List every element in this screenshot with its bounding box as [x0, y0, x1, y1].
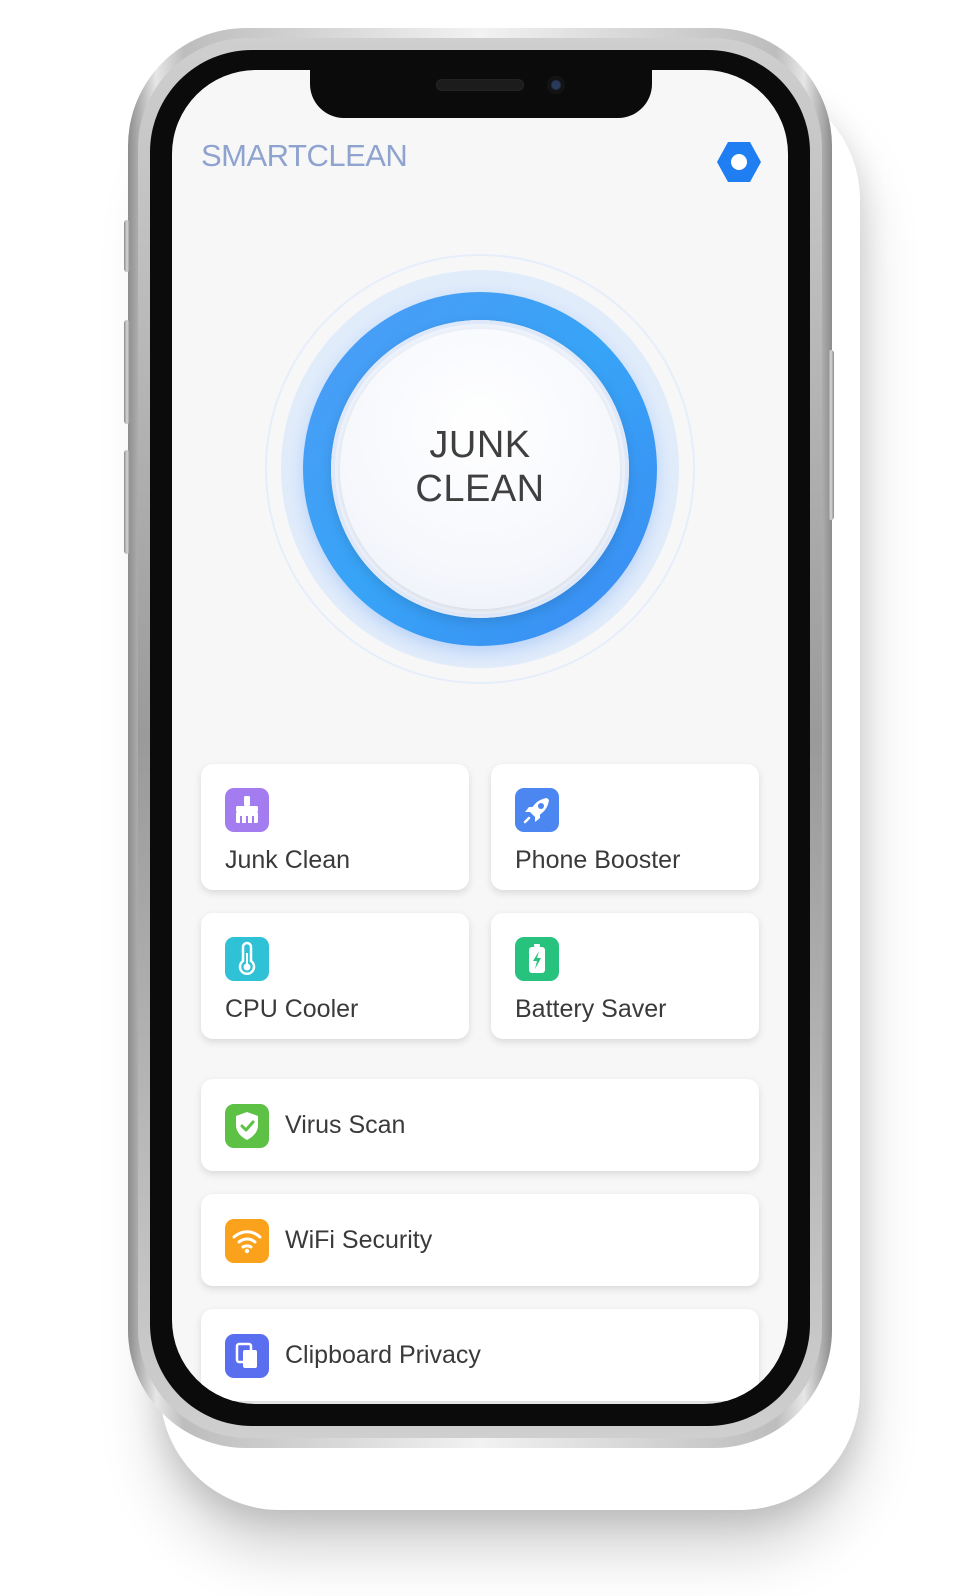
volume-down-button — [124, 450, 130, 554]
thermometer-icon — [225, 937, 269, 981]
row-label: Virus Scan — [285, 1111, 406, 1139]
battery-icon — [515, 937, 559, 981]
phone-notch — [310, 68, 652, 118]
settings-button[interactable] — [716, 140, 762, 184]
tile-label: Battery Saver — [515, 995, 667, 1023]
tile-junk-clean[interactable]: Junk Clean — [201, 764, 469, 890]
junk-clean-dial-button[interactable]: JUNK CLEAN — [331, 320, 629, 618]
tile-label: CPU Cooler — [225, 995, 359, 1023]
junk-clean-dial: JUNK CLEAN — [265, 254, 695, 684]
mockup-stage: SMARTCLEAN JUNK CLEAN Junk Clean Phone B… — [0, 0, 976, 1596]
settings-hex-icon — [717, 142, 761, 182]
app-screen: SMARTCLEAN JUNK CLEAN Junk Clean Phone B… — [172, 70, 788, 1404]
shield-check-icon — [225, 1104, 269, 1148]
rocket-icon — [515, 788, 559, 832]
app-title: SMARTCLEAN — [201, 138, 408, 173]
row-label: Clipboard Privacy — [285, 1341, 481, 1369]
mute-switch — [124, 220, 130, 272]
volume-up-button — [124, 320, 130, 424]
row-label: WiFi Security — [285, 1226, 433, 1254]
row-clipboard-privacy[interactable]: Clipboard Privacy — [201, 1309, 759, 1401]
wifi-icon — [225, 1219, 269, 1263]
dial-face: JUNK CLEAN — [340, 329, 620, 609]
tile-cpu-cooler[interactable]: CPU Cooler — [201, 913, 469, 1039]
dial-label: JUNK CLEAN — [340, 423, 620, 511]
broom-icon — [225, 788, 269, 832]
row-wifi-security[interactable]: WiFi Security — [201, 1194, 759, 1286]
tile-battery-saver[interactable]: Battery Saver — [491, 913, 759, 1039]
power-button — [828, 350, 834, 520]
row-virus-scan[interactable]: Virus Scan — [201, 1079, 759, 1171]
clipboard-icon — [225, 1334, 269, 1378]
front-camera — [547, 76, 565, 94]
dial-label-line2: CLEAN — [415, 468, 545, 510]
tile-label: Phone Booster — [515, 846, 681, 874]
speaker-grille — [436, 79, 524, 91]
dial-label-line1: JUNK — [429, 424, 531, 466]
tile-label: Junk Clean — [225, 846, 351, 874]
tile-phone-booster[interactable]: Phone Booster — [491, 764, 759, 890]
